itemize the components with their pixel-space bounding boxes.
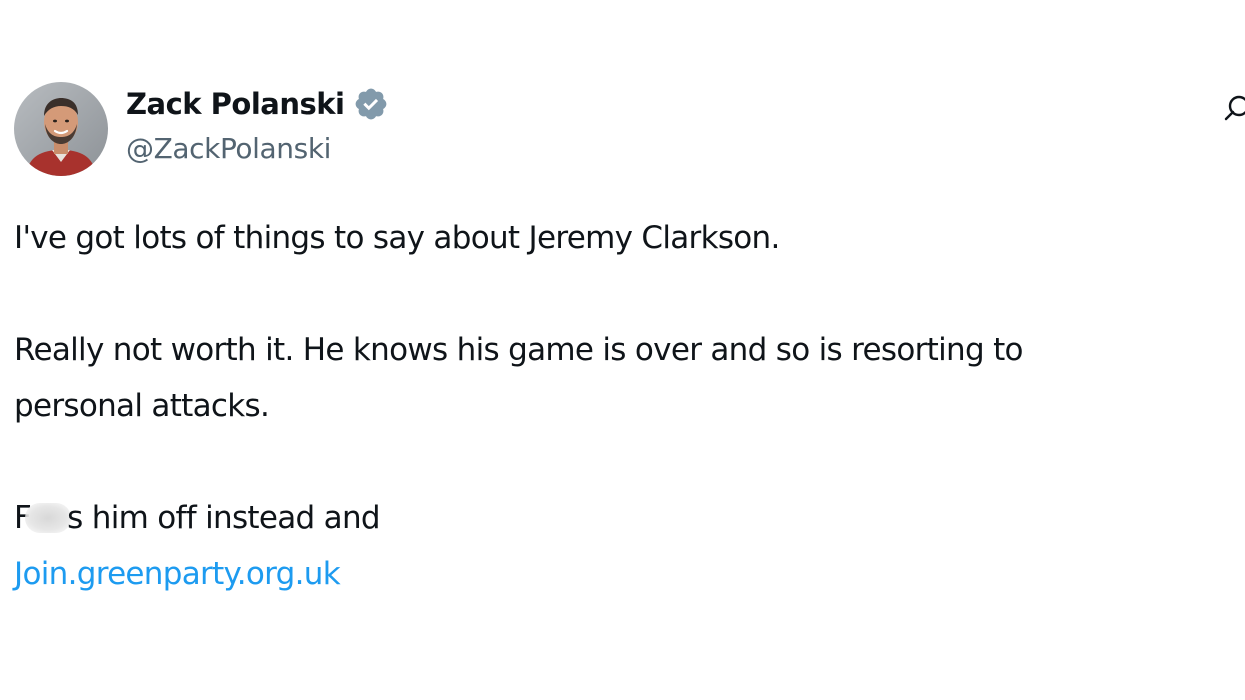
tweet-header: Zack Polanski @ZackPolanski bbox=[14, 82, 1245, 178]
tweet-paragraph-2: Really not worth it. He knows his game i… bbox=[14, 322, 1235, 434]
avatar-image bbox=[14, 82, 108, 176]
tweet-text-line: personal attacks. bbox=[14, 388, 270, 424]
tweet-paragraph-1: I've got lots of things to say about Jer… bbox=[14, 210, 1235, 266]
tweet-paragraph-3: Fs him off instead and Join.greenparty.o… bbox=[14, 490, 1235, 602]
author-name[interactable]: Zack Polanski bbox=[126, 87, 345, 121]
tweet-body: I've got lots of things to say about Jer… bbox=[14, 210, 1235, 602]
tweet-text-line: Really not worth it. He knows his game i… bbox=[14, 332, 1024, 368]
author-name-row: Zack Polanski bbox=[126, 86, 389, 122]
author-handle[interactable]: @ZackPolanski bbox=[126, 132, 331, 165]
tweet-link[interactable]: Join.greenparty.org.uk bbox=[14, 556, 341, 592]
avatar[interactable] bbox=[14, 82, 108, 176]
verified-badge-icon[interactable] bbox=[353, 86, 389, 122]
censor-blur bbox=[25, 503, 72, 533]
tweet-text-fragment: s him off instead and bbox=[67, 500, 380, 536]
tweet-text-line: I've got lots of things to say about Jer… bbox=[14, 220, 780, 256]
grok-icon[interactable] bbox=[1219, 92, 1245, 124]
